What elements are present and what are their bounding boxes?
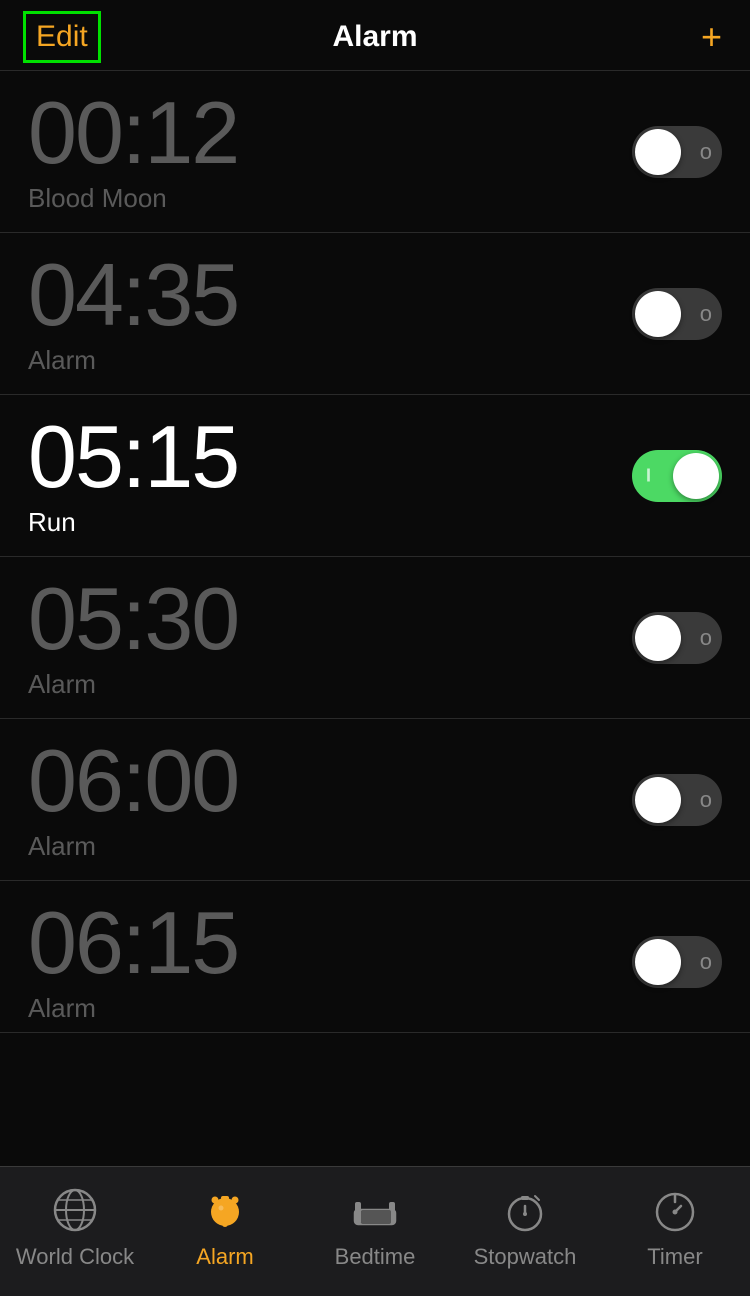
alarm-label: Blood Moon [28,183,238,214]
alarm-time: 04:35 [28,251,238,339]
alarm-item: 06:00 Alarm [0,719,750,881]
tab-label-stopwatch: Stopwatch [474,1244,577,1270]
alarm-toggle[interactable] [632,288,722,340]
alarm-toggle[interactable] [632,936,722,988]
bedtime-icon [349,1184,401,1236]
tab-bar: World Clock Alarm [0,1166,750,1296]
alarm-time: 06:15 [28,899,238,987]
world-clock-icon [49,1184,101,1236]
alarm-label: Alarm [28,345,238,376]
alarm-info: 05:30 Alarm [28,575,238,700]
alarm-label: Alarm [28,669,238,700]
tab-label-timer: Timer [647,1244,702,1270]
alarm-item: 05:15 Run [0,395,750,557]
alarm-info: 06:00 Alarm [28,737,238,862]
alarm-item: 04:35 Alarm [0,233,750,395]
tab-stopwatch[interactable]: Stopwatch [465,1184,585,1270]
add-alarm-button[interactable]: + [701,19,722,55]
alarm-toggle[interactable] [632,450,722,502]
timer-icon [649,1184,701,1236]
toggle-knob [635,777,681,823]
tab-label-world-clock: World Clock [16,1244,134,1270]
alarm-time: 05:15 [28,413,238,501]
alarm-item: 05:30 Alarm [0,557,750,719]
tab-timer[interactable]: Timer [615,1184,735,1270]
tab-label-bedtime: Bedtime [335,1244,416,1270]
alarm-info: 05:15 Run [28,413,238,538]
alarm-list: 00:12 Blood Moon 04:35 Alarm 05:15 Run 0… [0,71,750,1157]
alarm-time: 05:30 [28,575,238,663]
alarm-time: 00:12 [28,89,238,177]
page-title: Alarm [332,20,417,54]
toggle-knob [635,615,681,661]
alarm-toggle[interactable] [632,126,722,178]
toggle-knob [635,129,681,175]
alarm-label: Alarm [28,993,238,1024]
alarm-info: 00:12 Blood Moon [28,89,238,214]
toggle-knob [635,939,681,985]
alarm-info: 04:35 Alarm [28,251,238,376]
alarm-item: 00:12 Blood Moon [0,71,750,233]
alarm-icon [199,1184,251,1236]
tab-bedtime[interactable]: Bedtime [315,1184,435,1270]
alarm-time: 06:00 [28,737,238,825]
tab-world-clock[interactable]: World Clock [15,1184,135,1270]
alarm-label: Run [28,507,238,538]
toggle-knob [673,453,719,499]
edit-button[interactable]: Edit [28,16,96,58]
alarm-info: 06:15 Alarm [28,899,238,1024]
stopwatch-icon [499,1184,551,1236]
alarm-toggle[interactable] [632,774,722,826]
tab-label-alarm: Alarm [196,1244,253,1270]
header: Edit Alarm + [0,0,750,71]
tab-alarm[interactable]: Alarm [165,1184,285,1270]
alarm-item: 06:15 Alarm [0,881,750,1033]
alarm-label: Alarm [28,831,238,862]
toggle-knob [635,291,681,337]
alarm-toggle[interactable] [632,612,722,664]
